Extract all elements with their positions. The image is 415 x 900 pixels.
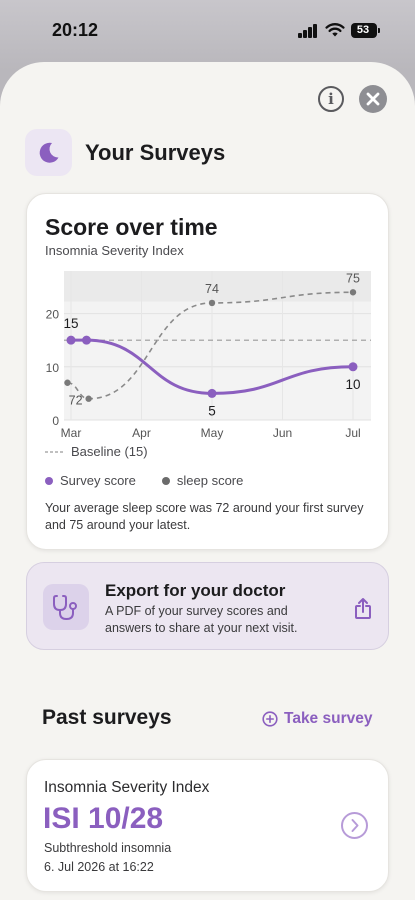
header-icon-tile [25,129,72,176]
y-tick-label: 10 [46,361,60,375]
survey-score-point [66,335,76,345]
chart-summary: Your average sleep score was 72 around y… [45,501,364,532]
export-description: A PDF of your survey scores and answers … [105,604,298,635]
x-tick-label: Jun [273,426,292,440]
moon-icon [39,142,59,163]
y-tick-label: 0 [52,414,59,428]
legend-label-sleep: sleep score [176,473,244,488]
close-button[interactable] [359,85,387,113]
status-time: 20:12 [52,20,99,40]
plus-circle-icon [262,711,278,727]
survey-name: Insomnia Severity Index [44,779,210,796]
x-tick-label: May [201,426,224,440]
past-surveys-title: Past surveys [42,706,172,729]
sleep-score-point [85,395,92,402]
close-icon [366,92,380,106]
x-tick-label: Jul [345,426,360,440]
survey-date: 6. Jul 2026 at 16:22 [44,860,154,874]
y-tick-label: 20 [46,308,60,322]
sleep-score-label: 75 [346,271,360,285]
export-title: Export for your doctor [105,581,286,600]
stethoscope-icon [53,595,77,621]
take-survey-button[interactable]: Take survey [262,710,372,728]
survey-score-point [82,335,92,345]
survey-score-label: 10 [345,377,360,392]
survey-score-label: 15 [63,316,78,331]
baseline-legend-label: Baseline (15) [71,444,148,459]
x-tick-label: Mar [61,426,82,440]
info-button[interactable]: i [318,86,344,112]
info-icon: i [328,90,334,108]
sleep-score-point [208,299,216,307]
status-bar: 20:12 53 [0,0,415,62]
cellular-signal-icon [298,24,318,38]
chevron-right-icon [351,819,359,832]
score-chart-card: Score over time Insomnia Severity Index … [26,193,389,550]
survey-score-label: 5 [208,403,216,418]
take-survey-label: Take survey [284,710,373,727]
survey-score-point [348,362,358,372]
sleep-score-point [349,289,357,296]
survey-severity: Subthreshold insomnia [44,841,172,855]
legend-dot-survey [45,476,53,485]
x-tick-label: Apr [132,426,151,440]
export-card[interactable]: Export for your doctor A PDF of your sur… [26,562,389,650]
battery-icon: 53 [351,23,377,38]
export-icon-tile [43,584,89,630]
score-chart: 0 10 20 Mar Apr May Jun Jul Baseline (15) 72 74 75 1… [45,271,371,459]
legend-label-survey: Survey score [60,473,136,488]
legend-dot-sleep [161,476,170,485]
past-survey-card[interactable]: Insomnia Severity Index ISI 10/28 Subthr… [26,759,389,892]
battery-level: 53 [356,24,370,36]
sleep-score-label: 74 [205,282,219,296]
battery-tip [378,28,380,33]
wifi-icon [325,23,345,37]
page-title: Your Surveys [85,140,226,165]
survey-score-point [207,388,217,398]
chart-legend: Survey score sleep score [45,473,243,488]
sleep-score-label: 72 [69,394,83,408]
share-icon[interactable] [353,597,373,621]
open-survey-button[interactable] [341,812,368,839]
survey-score: ISI 10/28 [43,802,164,835]
sleep-score-point [64,379,71,386]
